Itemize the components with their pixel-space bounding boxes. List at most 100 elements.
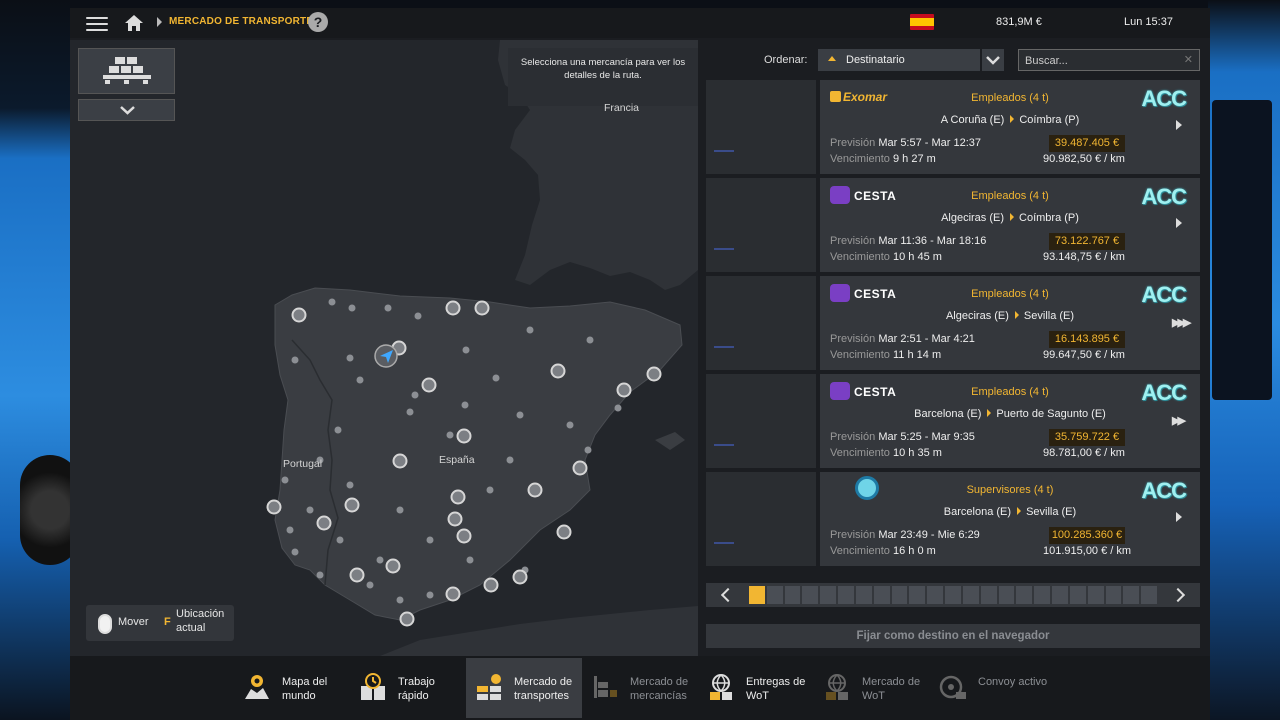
route-thumbnail [706,374,816,468]
wot-market-icon [826,674,848,700]
page-indicator[interactable] [1069,586,1086,604]
triple-forward-icon[interactable]: ▶▶▶ [1172,316,1191,329]
offer-card[interactable]: CESTA Empleados (4 t) ACC Algeciras (E) S… [706,276,1200,370]
offers-pager [706,583,1200,607]
route-origin: Algeciras (E) [945,310,1009,322]
nav-wot-deliveries[interactable]: Entregas de WoT [698,658,814,718]
offer-card[interactable]: CESTA Empleados (4 t) ACC Barcelona (E) P… [706,374,1200,468]
page-indicator[interactable] [1087,586,1104,604]
expiry-label: Vencimiento [830,251,890,263]
offer-price-per-km: 99.647,50 € / km [1043,349,1125,361]
home-icon[interactable] [124,13,144,33]
sort-select[interactable]: Destinatario [818,49,980,71]
page-indicator[interactable] [784,586,801,604]
expiry-row: Vencimiento 10 h 45 m [830,251,942,263]
forecast-value: Mar 23:49 - Mie 6:29 [878,529,980,541]
clear-search-icon[interactable]: ✕ [1184,53,1193,66]
nav-label: Mapa del mundo [282,676,328,703]
page-indicator[interactable] [873,586,890,604]
offer-route: Barcelona (E) Puerto de Sagunto (E) [820,408,1200,420]
sort-value: Destinatario [846,54,905,66]
set-destination-button[interactable]: Fijar como destino en el navegador [706,624,1200,648]
nav-freight-market[interactable]: Mercado de transportes [466,658,582,718]
page-indicator[interactable] [749,586,765,604]
page-indicator[interactable] [1016,586,1033,604]
page-indicator[interactable] [927,586,944,604]
expiry-label: Vencimiento [830,153,890,165]
offer-card[interactable]: CESTA Empleados (4 t) ACC Algeciras (E) C… [706,178,1200,272]
page-indicator[interactable] [945,586,961,604]
route-arrow-icon [1017,507,1022,515]
route-origin: Barcelona (E) [943,506,1012,518]
nav-label: Entregas de WoT [746,676,806,703]
offer-card[interactable]: Exomar Empleados (4 t) ACC A Coruña (E) C… [706,80,1200,174]
page-indicator[interactable] [980,586,997,604]
page-indicator[interactable] [962,586,979,604]
offer-price-per-km: 93.148,75 € / km [1043,251,1125,263]
search-input[interactable] [1025,53,1175,68]
expiry-value: 11 h 14 m [893,349,942,361]
page-indicator[interactable] [838,586,854,604]
acc-logo: ACC [1141,478,1187,503]
cargo-filter-button[interactable] [78,48,175,94]
play-icon[interactable] [1176,512,1182,522]
expiry-label: Vencimiento [830,349,890,361]
forecast-label: Previsión [830,137,876,149]
page-indicator[interactable] [1123,586,1140,604]
page-indicator[interactable] [1105,586,1122,604]
expiry-value: 10 h 45 m [893,251,942,263]
nav-quick-job[interactable]: Trabajo rápido [350,658,466,718]
money-balance: 831,9M € [996,16,1042,28]
page-indicator[interactable] [766,586,783,604]
expiry-value: 9 h 27 m [893,153,936,165]
route-thumbnail [706,472,816,566]
page-indicator[interactable] [998,586,1015,604]
offer-route: Barcelona (E) Sevilla (E) [820,506,1200,518]
page-indicator[interactable] [1052,586,1068,604]
double-forward-icon[interactable]: ▶▶ [1172,414,1186,427]
nav-cargo-market[interactable]: Mercado de mercancías [582,658,698,718]
page-track [749,586,1158,604]
forecast-row: Previsión Mar 11:36 - Mar 18:16 [830,235,986,247]
background-bus-left [0,0,80,720]
page-indicator[interactable] [802,586,819,604]
expand-filter-button[interactable] [78,99,175,121]
iberia-land [274,287,683,621]
nav-label: Mercado de transportes [514,676,573,703]
nav-wot-market[interactable]: Mercado de WoT [814,658,930,718]
help-icon[interactable]: ? [308,12,328,32]
route-origin: Barcelona (E) [914,408,982,420]
next-page-button[interactable] [1160,583,1200,607]
nav-label: Mercado de WoT [862,676,921,703]
play-icon[interactable] [1176,218,1182,228]
offer-price-per-km: 101.915,00 € / km [1043,545,1132,557]
page-indicator[interactable] [1034,586,1051,604]
previous-page-button[interactable] [706,583,746,607]
play-icon[interactable] [1176,120,1182,130]
forecast-row: Previsión Mar 5:57 - Mar 12:37 [830,137,981,149]
forecast-value: Mar 5:57 - Mar 12:37 [878,137,982,149]
africa-land [380,606,698,656]
sort-dropdown-button[interactable] [982,49,1004,71]
offer-price: 16.143.895 € [1049,331,1125,348]
forecast-label: Previsión [830,333,876,345]
world-map-icon [245,675,269,699]
offer-details: Exomar Empleados (4 t) ACC A Coruña (E) C… [820,80,1200,174]
route-map[interactable]: Selecciona una mercancía para ver los de… [70,40,698,656]
hamburger-menu-icon[interactable] [86,13,108,33]
expiry-value: 16 h 0 m [893,545,936,557]
page-indicator[interactable] [855,586,872,604]
background-bus-right [1208,0,1280,720]
page-indicator[interactable] [820,586,837,604]
nav-world-map[interactable]: Mapa del mundo [234,658,350,718]
forecast-row: Previsión Mar 23:49 - Mie 6:29 [830,529,980,541]
offer-price: 35.759.722 € [1049,429,1125,446]
route-destination: Coímbra (P) [1019,212,1079,224]
nav-convoy[interactable]: Convoy activo [930,658,1047,718]
page-indicator[interactable] [891,586,908,604]
route-destination: Puerto de Sagunto (E) [996,408,1106,420]
offer-details: CESTA Empleados (4 t) ACC Algeciras (E) S… [820,276,1200,370]
page-indicator[interactable] [909,586,926,604]
offer-card[interactable]: Supervisores (4 t) ACC Barcelona (E) Sevi… [706,472,1200,566]
page-indicator[interactable] [1141,586,1158,604]
